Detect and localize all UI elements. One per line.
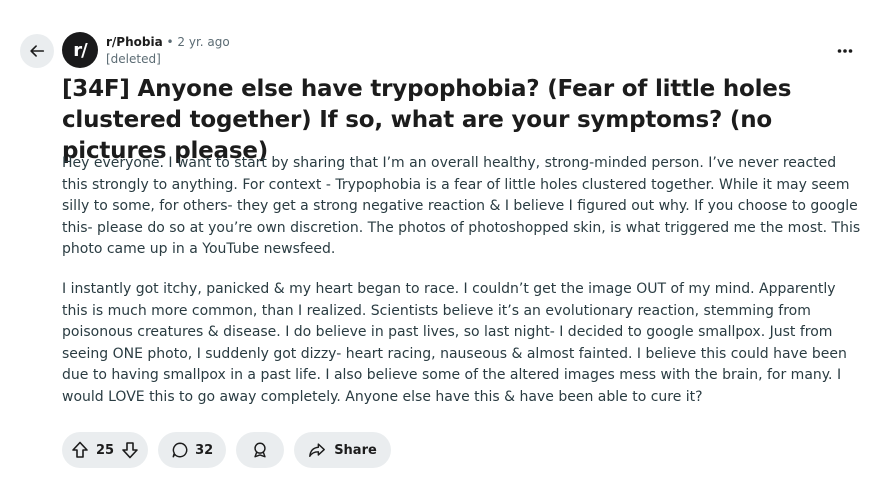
post-paragraph: I instantly got itchy, panicked & my hea… bbox=[62, 280, 847, 405]
share-button[interactable]: Share bbox=[294, 432, 391, 468]
award-button[interactable] bbox=[236, 432, 285, 468]
back-button[interactable] bbox=[20, 34, 54, 68]
post-author: [deleted] bbox=[106, 52, 161, 66]
upvote-arrow-icon[interactable] bbox=[70, 440, 90, 460]
comments-button[interactable]: 32 bbox=[158, 432, 227, 468]
award-icon bbox=[251, 441, 269, 459]
post-body: Hey everyone. I want to start by sharing… bbox=[62, 153, 862, 427]
comment-count: 32 bbox=[195, 442, 214, 458]
avatar-text: r/ bbox=[73, 39, 87, 61]
downvote-arrow-icon[interactable] bbox=[120, 440, 140, 460]
more-horizontal-icon bbox=[837, 48, 853, 54]
more-options-button[interactable] bbox=[832, 38, 858, 64]
subreddit-link[interactable]: r/Phobia bbox=[106, 35, 163, 49]
vote-count: 25 bbox=[96, 442, 115, 458]
subreddit-avatar[interactable]: r/ bbox=[62, 32, 98, 68]
share-arrow-icon bbox=[308, 441, 326, 459]
post-meta: r/Phobia • 2 yr. ago [deleted] bbox=[106, 34, 230, 67]
meta-separator: • bbox=[166, 35, 174, 49]
vote-group: 25 bbox=[62, 432, 149, 468]
post-paragraph: Hey everyone. I want to start by sharing… bbox=[62, 155, 861, 258]
post-age: 2 yr. ago bbox=[177, 35, 230, 49]
post-actions: 25 32 Share bbox=[62, 432, 391, 468]
share-label: Share bbox=[334, 442, 377, 458]
comment-bubble-icon bbox=[171, 441, 189, 459]
arrow-left-icon bbox=[28, 42, 46, 60]
